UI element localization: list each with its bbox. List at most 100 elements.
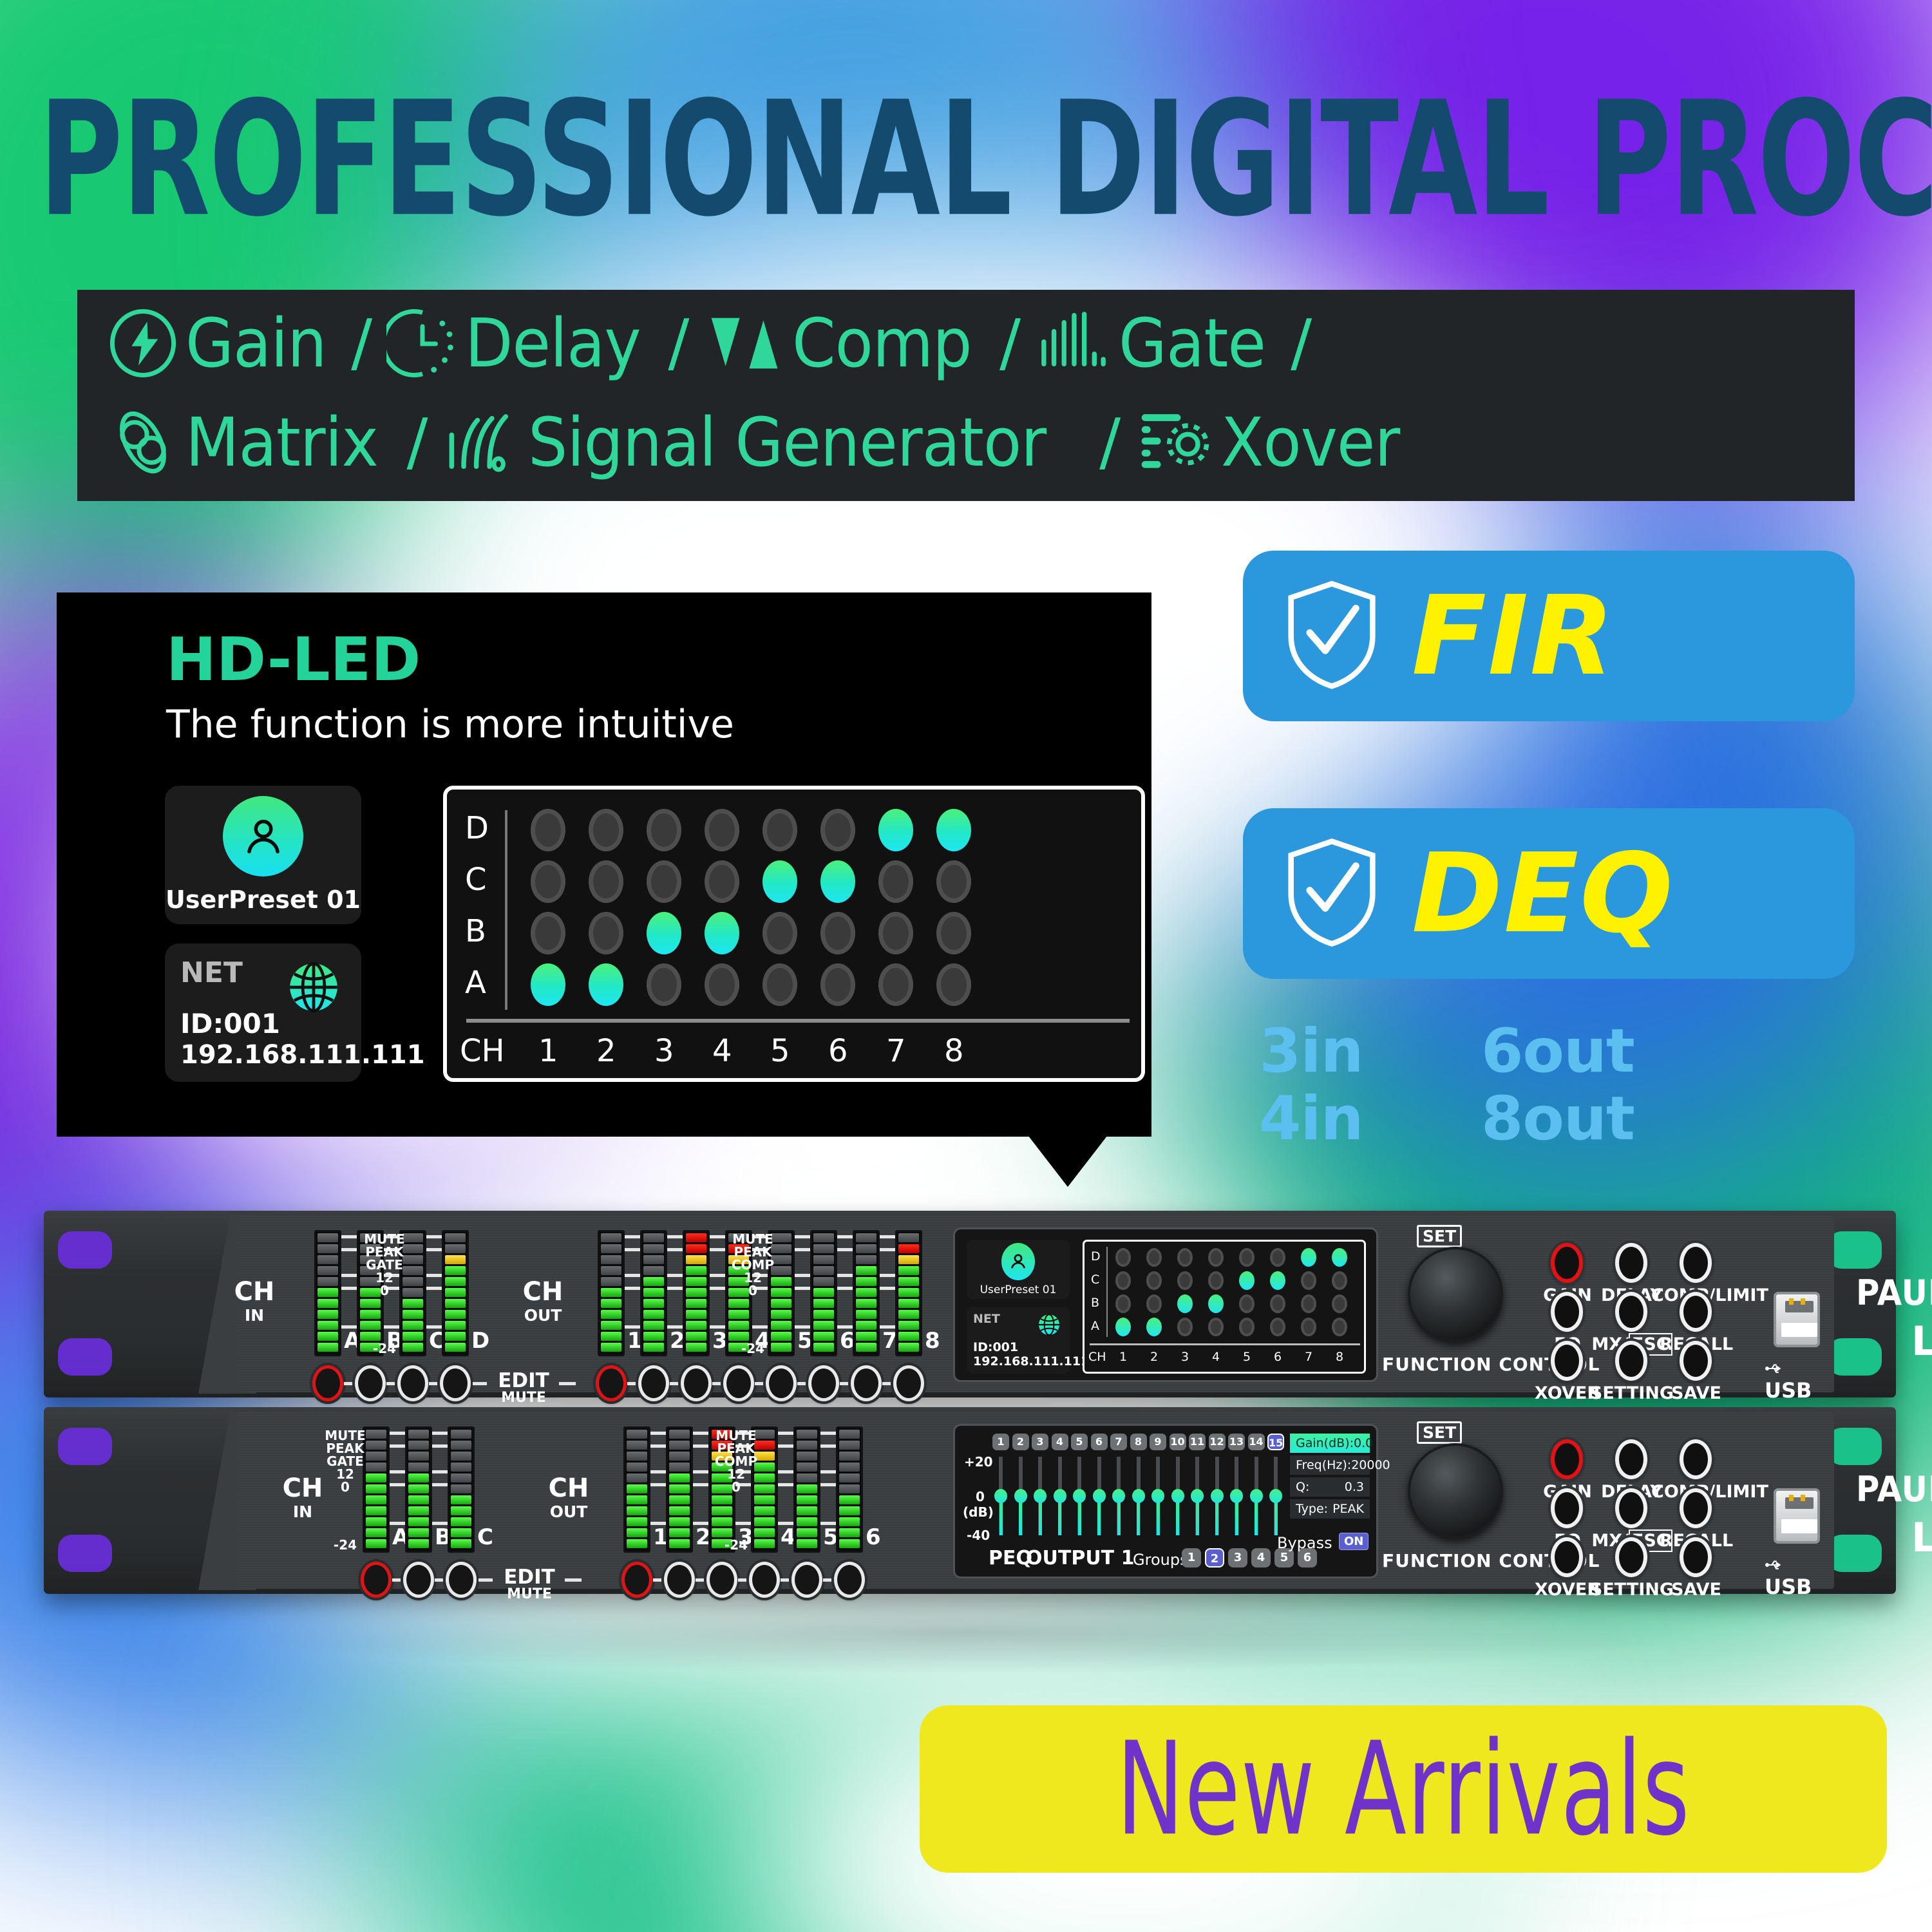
- peq-band-handle[interactable]: [1034, 1489, 1046, 1503]
- peq-band-2[interactable]: 2: [1012, 1434, 1029, 1450]
- peq-band-handle[interactable]: [1132, 1489, 1145, 1503]
- mute-button-out-7[interactable]: [851, 1365, 882, 1401]
- peq-band-handle[interactable]: [1151, 1489, 1164, 1503]
- matrix-row-label-C: C: [465, 862, 487, 898]
- peq-band-3[interactable]: 3: [1032, 1434, 1048, 1450]
- peq-band-handle[interactable]: [1249, 1489, 1263, 1503]
- mute-button-in-A[interactable]: [361, 1562, 392, 1598]
- peq-band-1[interactable]: 1: [992, 1434, 1009, 1450]
- peq-band-handle[interactable]: [1053, 1489, 1066, 1503]
- device-screen[interactable]: UserPreset 01 NET ID:001 192.168.111.111 D C B…: [953, 1227, 1378, 1382]
- peq-band-13[interactable]: 13: [1228, 1434, 1245, 1450]
- peq-band-handle[interactable]: [1073, 1489, 1086, 1503]
- peq-band-handle[interactable]: [1112, 1489, 1125, 1503]
- usb-port[interactable]: [1774, 1292, 1820, 1347]
- peq-band-handle[interactable]: [1210, 1489, 1224, 1503]
- meter-segment: [898, 1277, 919, 1286]
- mute-button-out-2[interactable]: [638, 1365, 669, 1401]
- function-button-xover[interactable]: [1551, 1341, 1583, 1381]
- mute-button-out-4[interactable]: [723, 1365, 754, 1401]
- set-badge: SET: [1417, 1421, 1463, 1444]
- peq-bypass-toggle[interactable]: ON: [1339, 1533, 1369, 1550]
- peq-band-handle[interactable]: [1171, 1489, 1184, 1503]
- function-button-mxesc[interactable]: [1615, 1292, 1647, 1332]
- meter-segment: [839, 1441, 860, 1450]
- function-button-eq[interactable]: [1551, 1292, 1583, 1332]
- function-button-gain[interactable]: [1551, 1243, 1583, 1283]
- panel-trace: [432, 1444, 448, 1448]
- screen-matrix-col-5: 5: [1243, 1350, 1251, 1364]
- peq-band-10[interactable]: 10: [1169, 1434, 1186, 1450]
- mute-button-in-B[interactable]: [403, 1562, 434, 1598]
- meter-segment: [797, 1506, 817, 1515]
- function-button-delay[interactable]: [1615, 1243, 1647, 1283]
- peq-band-9[interactable]: 9: [1150, 1434, 1166, 1450]
- mute-button-out-1[interactable]: [621, 1562, 652, 1598]
- function-button-save[interactable]: [1680, 1341, 1712, 1381]
- meter-segment: [408, 1441, 429, 1450]
- function-button-recall[interactable]: [1680, 1292, 1712, 1332]
- function-button-save[interactable]: [1680, 1537, 1712, 1577]
- peq-band-handle[interactable]: [1191, 1489, 1204, 1503]
- peq-band-7[interactable]: 7: [1110, 1434, 1127, 1450]
- net-card[interactable]: NET ID:001 192.168.111.111: [165, 943, 425, 1082]
- mute-button-in-C[interactable]: [397, 1365, 428, 1401]
- function-button-xover[interactable]: [1551, 1537, 1583, 1577]
- function-button-setting[interactable]: [1615, 1537, 1647, 1577]
- mute-button-in-B[interactable]: [355, 1365, 386, 1401]
- peq-group-4[interactable]: 4: [1251, 1548, 1271, 1567]
- function-button-setting[interactable]: [1615, 1341, 1647, 1381]
- function-button-recall[interactable]: [1680, 1488, 1712, 1528]
- peq-band-14[interactable]: 14: [1247, 1434, 1265, 1450]
- peq-group-3[interactable]: 3: [1228, 1548, 1247, 1567]
- meter-segment: [601, 1288, 621, 1297]
- panel-trace: [565, 1578, 582, 1582]
- function-button-eq[interactable]: [1551, 1488, 1583, 1528]
- mute-button-out-5[interactable]: [766, 1365, 797, 1401]
- device-screen[interactable]: 1 2 3 4 5 6 7 8 9 10 11 12 13 14 15 +20 0 (dB) -40 PEQ OUTPU…: [953, 1424, 1390, 1578]
- peq-band-8[interactable]: 8: [1130, 1434, 1147, 1450]
- peq-group-2[interactable]: 2: [1205, 1548, 1224, 1567]
- mute-button-out-4[interactable]: [749, 1562, 780, 1598]
- mute-button-out-6[interactable]: [808, 1365, 839, 1401]
- peq-band-12[interactable]: 12: [1208, 1434, 1226, 1450]
- function-button-comp/limit[interactable]: [1680, 1243, 1712, 1283]
- function-button-gain[interactable]: [1551, 1439, 1583, 1479]
- mute-button-out-2[interactable]: [664, 1562, 695, 1598]
- function-button-comp/limit[interactable]: [1680, 1439, 1712, 1479]
- peq-band-4[interactable]: 4: [1051, 1434, 1068, 1450]
- function-button-mxesc[interactable]: [1615, 1488, 1647, 1528]
- function-control-knob[interactable]: [1408, 1247, 1503, 1342]
- peq-band-11[interactable]: 11: [1189, 1434, 1206, 1450]
- mute-button-in-D[interactable]: [440, 1365, 471, 1401]
- peq-band-handle[interactable]: [1230, 1489, 1243, 1503]
- screen-matrix-led-C1: [1115, 1271, 1131, 1290]
- user-preset-card[interactable]: UserPreset 01: [165, 786, 361, 924]
- peq-band-handle[interactable]: [1014, 1489, 1027, 1503]
- peq-band-handle[interactable]: [1092, 1489, 1106, 1503]
- mute-button-out-8[interactable]: [893, 1365, 924, 1401]
- peq-band-handle[interactable]: [1269, 1489, 1282, 1503]
- meter-segment: [839, 1452, 860, 1461]
- function-button-delay[interactable]: [1615, 1439, 1647, 1479]
- mute-button-in-C[interactable]: [446, 1562, 477, 1598]
- peq-band-handle[interactable]: [994, 1489, 1007, 1503]
- peq-band-15[interactable]: 15: [1267, 1434, 1284, 1450]
- peq-group-1[interactable]: 1: [1182, 1548, 1201, 1567]
- panel-trace: [710, 1325, 725, 1329]
- peq-axis-bottom: -40: [967, 1528, 990, 1543]
- mute-button-out-3[interactable]: [706, 1562, 737, 1598]
- peq-band-6[interactable]: 6: [1090, 1434, 1108, 1450]
- mute-button-out-3[interactable]: [681, 1365, 712, 1401]
- matrix-led-A8: [936, 963, 971, 1006]
- screen-matrix-led-C3: [1177, 1271, 1193, 1290]
- panel-trace: [820, 1522, 836, 1525]
- mute-button-out-6[interactable]: [834, 1562, 865, 1598]
- mute-button-in-A[interactable]: [312, 1365, 343, 1401]
- mute-button-out-1[interactable]: [596, 1365, 627, 1401]
- peq-band-5[interactable]: 5: [1071, 1434, 1088, 1450]
- mute-button-out-5[interactable]: [791, 1562, 822, 1598]
- usb-port[interactable]: [1774, 1488, 1820, 1544]
- function-control-knob[interactable]: [1408, 1443, 1503, 1539]
- meter-segment: [601, 1266, 621, 1275]
